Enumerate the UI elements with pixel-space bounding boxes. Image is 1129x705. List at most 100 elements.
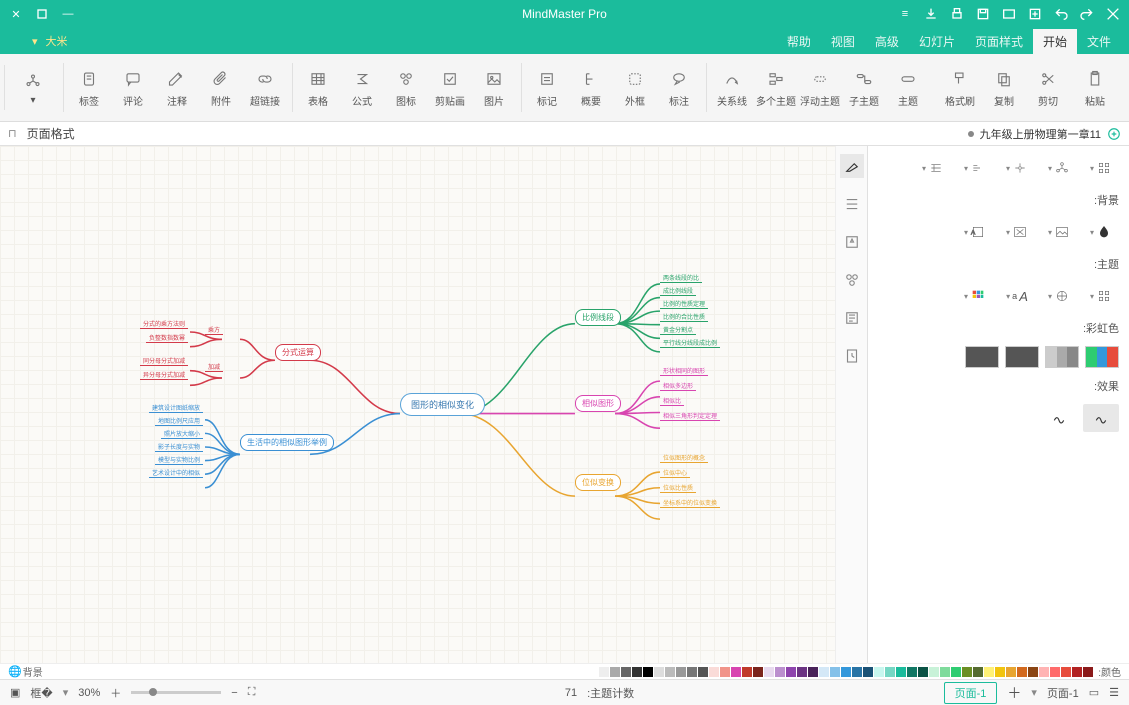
node-center[interactable]: 图形的相似变化 [400, 393, 485, 416]
ribbon-clipart[interactable]: 剪贴画 [429, 63, 471, 112]
ribbon-tag[interactable]: 标签 [68, 63, 110, 112]
color-swatch[interactable] [621, 667, 631, 677]
fit-page-icon[interactable]: ⛶ [248, 686, 256, 699]
side-format-icon[interactable] [840, 154, 864, 178]
minimize-icon[interactable]: — [58, 4, 78, 24]
bg-color-btn[interactable]: ▾ [1083, 218, 1119, 246]
canvas[interactable]: 图形的相似变化 比例线段 相似图形 位似变换 两条线段的比 成比例线段 比例的性… [0, 146, 835, 679]
leaf[interactable]: 影子长度与实物 [155, 442, 203, 452]
view-outline-icon[interactable]: ☰ [1109, 686, 1119, 699]
ribbon-layout[interactable]: ▾ [9, 65, 57, 110]
color-swatch[interactable] [896, 667, 906, 677]
ribbon-note[interactable]: 注释 [156, 63, 198, 112]
color-swatch[interactable] [676, 667, 686, 677]
zoom-in-icon[interactable]: ＋ [110, 685, 121, 701]
color-swatch[interactable] [951, 667, 961, 677]
color-swatch[interactable] [1083, 667, 1093, 677]
leaf[interactable]: 乘方 [205, 325, 223, 335]
color-swatch[interactable] [1072, 667, 1082, 677]
color-swatch[interactable] [907, 667, 917, 677]
globe-icon[interactable]: 🌐 [8, 665, 22, 678]
leaf[interactable]: 两条线段的比 [660, 273, 702, 283]
color-swatch[interactable] [709, 667, 719, 677]
color-swatch[interactable] [973, 667, 983, 677]
ribbon-boundary[interactable]: 外框 [614, 63, 656, 112]
tab-help[interactable]: 帮助 [777, 29, 821, 54]
color-swatch[interactable] [764, 667, 774, 677]
leaf[interactable]: 黄金分割点 [660, 325, 696, 335]
node-left-0[interactable]: 分式运算 [275, 344, 321, 361]
color-swatch[interactable] [808, 667, 818, 677]
rainbow-2[interactable] [1045, 346, 1079, 368]
ribbon-format-painter[interactable]: 格式刷 [939, 63, 981, 112]
maximize-icon[interactable] [32, 4, 52, 24]
ribbon-mark[interactable]: 标记 [526, 63, 568, 112]
new-icon[interactable] [1025, 4, 1045, 24]
bg-image-btn[interactable]: ▾ [1041, 218, 1077, 246]
view-page-icon[interactable]: ▭ [1089, 686, 1099, 699]
color-swatch[interactable] [1039, 667, 1049, 677]
leaf[interactable]: 加减 [205, 362, 223, 372]
leaf[interactable]: 位似比性质 [660, 483, 696, 493]
theme-style-btn[interactable]: ▾ [1083, 282, 1119, 310]
ribbon-relation[interactable]: 关系线 [711, 63, 753, 112]
layout-btn-1[interactable]: ▾ [1083, 154, 1119, 182]
ribbon-topic[interactable]: 主题 [887, 63, 929, 112]
layout-btn-2[interactable]: ▾ [1041, 154, 1077, 182]
leaf[interactable]: 模型与实物比例 [155, 455, 203, 465]
color-swatch[interactable] [698, 667, 708, 677]
ribbon-copy[interactable]: 复制 [983, 63, 1025, 112]
leaf[interactable]: 建筑设计图纸缩放 [149, 403, 203, 413]
leaf[interactable]: 比例的合比性质 [660, 312, 708, 322]
leaf[interactable]: 比例的性质定理 [660, 299, 708, 309]
ribbon-subtopic[interactable]: 子主题 [843, 63, 885, 112]
side-outline-icon[interactable] [840, 192, 864, 216]
rainbow-1[interactable] [1085, 346, 1119, 368]
tab-file[interactable]: 文件 [1077, 29, 1121, 54]
ribbon-float-topic[interactable]: 浮动主题 [799, 63, 841, 112]
leaf[interactable]: 平行线分线段成比例 [660, 338, 720, 348]
color-swatch[interactable] [819, 667, 829, 677]
color-swatch[interactable] [940, 667, 950, 677]
effect-handdrawn[interactable] [1083, 404, 1119, 432]
color-swatch[interactable] [995, 667, 1005, 677]
bg-remove-btn[interactable]: ▾ [999, 218, 1035, 246]
leaf[interactable]: 相似三角形判定定理 [660, 411, 720, 421]
layout-btn-3[interactable]: ▾ [999, 154, 1035, 182]
zoom-slider[interactable] [131, 691, 221, 694]
leaf[interactable]: 地图比例尺应用 [155, 416, 203, 426]
leaf[interactable]: 负整数指数幂 [146, 333, 188, 343]
color-swatch[interactable] [830, 667, 840, 677]
fullscreen-icon[interactable]: ▣ [10, 686, 20, 699]
color-swatch[interactable] [599, 667, 609, 677]
color-swatch[interactable] [841, 667, 851, 677]
node-right-0[interactable]: 比例线段 [575, 309, 621, 326]
color-swatch[interactable] [632, 667, 642, 677]
redo-icon[interactable] [1077, 4, 1097, 24]
status-page-right[interactable]: 页面-1 [1047, 685, 1079, 701]
close-icon[interactable]: ✕ [6, 4, 26, 24]
color-swatch[interactable] [1061, 667, 1071, 677]
ribbon-callout[interactable]: 标注 [658, 63, 700, 112]
leaf[interactable]: 位似中心 [660, 468, 690, 478]
side-history-icon[interactable] [840, 344, 864, 368]
leaf[interactable]: 照片放大缩小 [161, 429, 203, 439]
node-left-1[interactable]: 生活中的相似图形举例 [240, 434, 334, 451]
export-icon[interactable] [921, 4, 941, 24]
ribbon-cut[interactable]: 剪切 [1027, 63, 1069, 112]
leaf[interactable]: 同分母分式加减 [140, 356, 188, 366]
color-swatch[interactable] [1017, 667, 1027, 677]
rainbow-4[interactable] [965, 346, 999, 368]
side-icon-icon[interactable] [840, 230, 864, 254]
more-icon[interactable]: ≡ [895, 4, 915, 24]
theme-font-btn[interactable]: Aa▾ [999, 282, 1035, 310]
node-right-2[interactable]: 位似变换 [575, 474, 621, 491]
tab-slideshow[interactable]: 幻灯片 [909, 29, 965, 54]
ribbon-table[interactable]: 表格 [297, 63, 339, 112]
ribbon-summary[interactable]: 概要 [570, 63, 612, 112]
tab-view[interactable]: 视图 [821, 29, 865, 54]
bg-watermark-btn[interactable]: A▾ [957, 218, 993, 246]
ribbon-picture[interactable]: 图片 [473, 63, 515, 112]
ribbon-hyperlink[interactable]: 超链接 [244, 63, 286, 112]
color-swatch[interactable] [863, 667, 873, 677]
